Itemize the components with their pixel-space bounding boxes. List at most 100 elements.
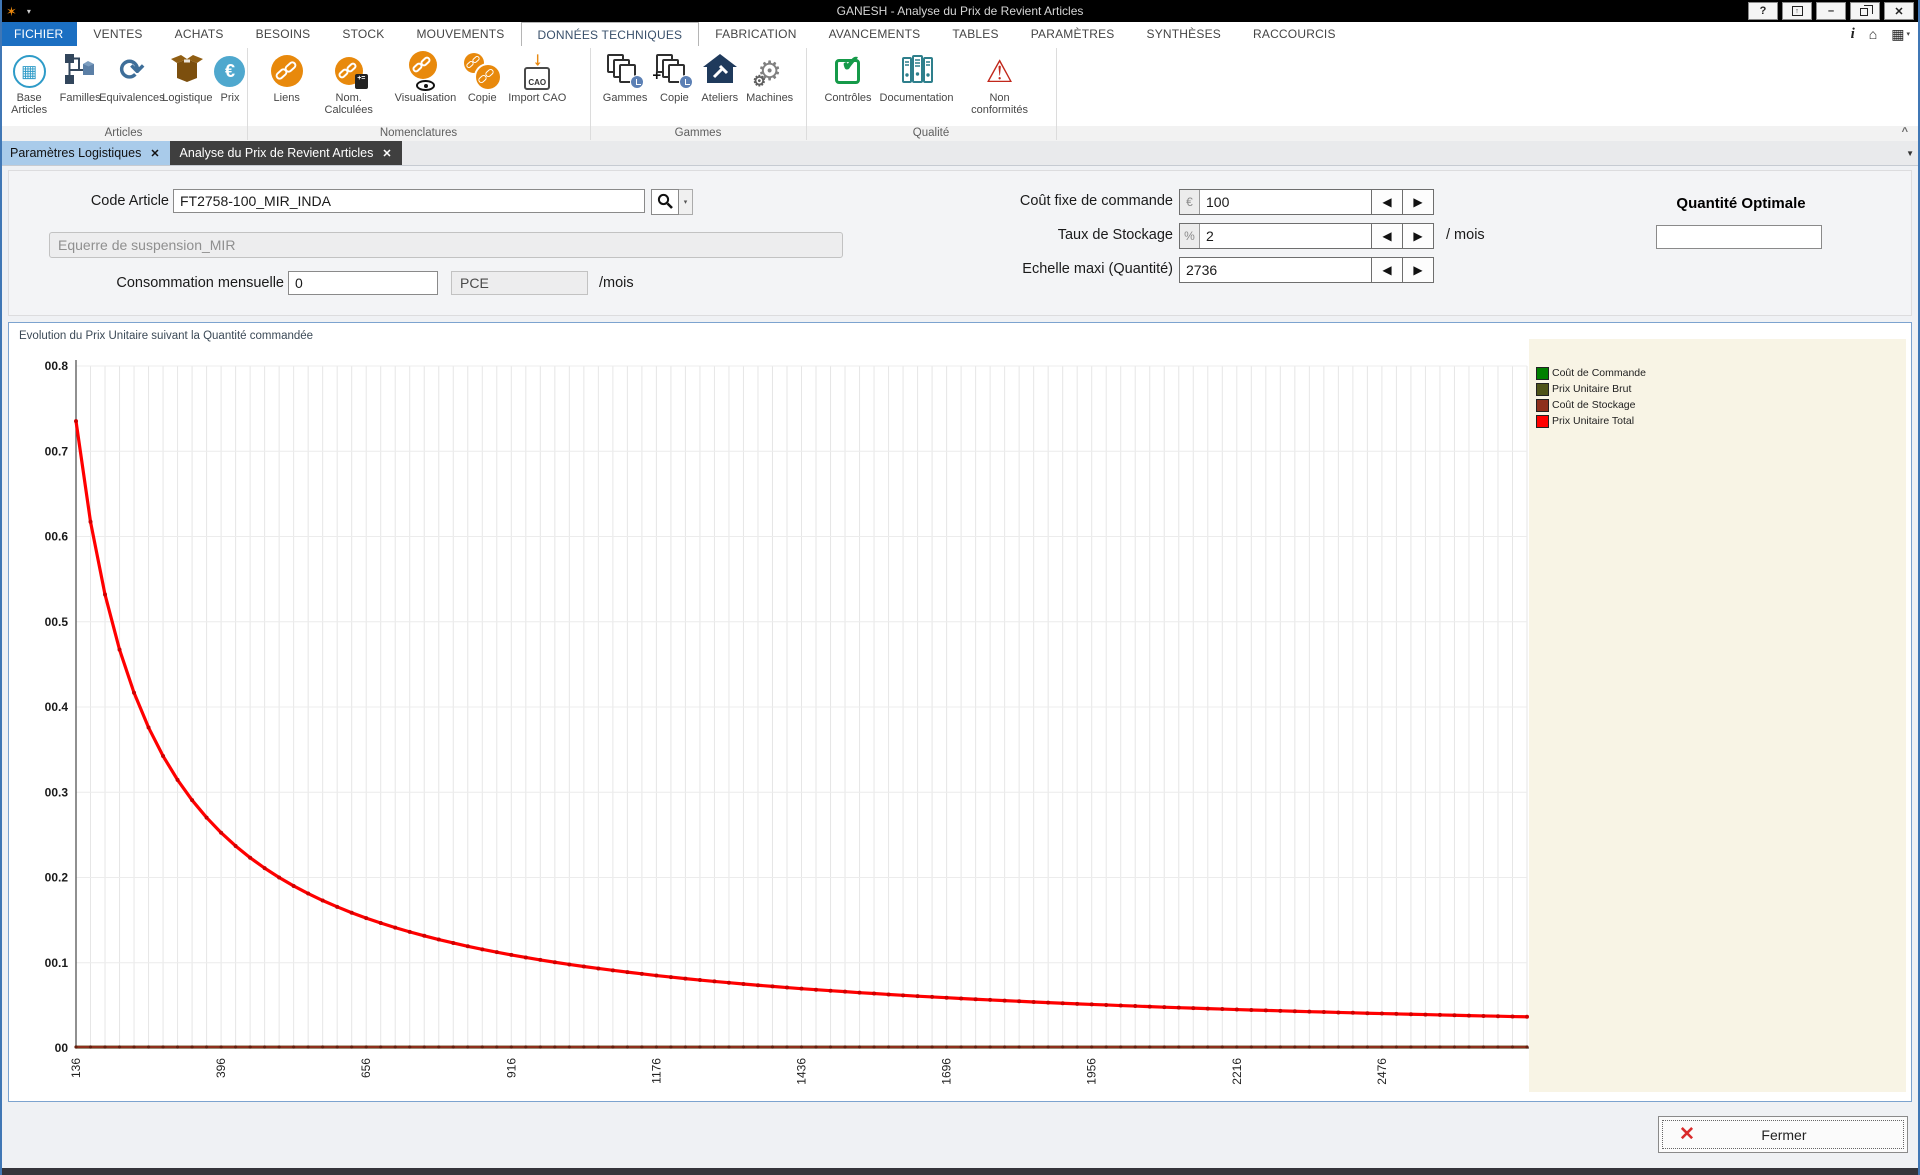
svg-text:00.1: 00.1 [45,956,69,970]
taux-decrement-button[interactable]: ◀ [1371,224,1402,248]
svg-text:00.8: 00.8 [45,359,69,373]
copie-nomenclatures-icon [464,53,500,89]
pin-icon: ↑ [1792,6,1803,16]
cout-fixe-label: Coût fixe de commande [951,193,1173,209]
ribbon-button-gammes[interactable]: Gammes [600,50,651,105]
echelle-increment-button[interactable]: ▶ [1402,258,1433,282]
menu-tab-tables[interactable]: TABLES [936,22,1014,46]
ribbon-button-copie-nomenclatures[interactable]: Copie [461,50,503,105]
menu-tab-donnees-techniques[interactable]: DONNÉES TECHNIQUES [521,22,700,46]
cout-fixe-increment-button[interactable]: ▶ [1402,190,1433,214]
echelle-maxi-input[interactable] [1180,258,1371,282]
taux-stockage-input[interactable] [1200,224,1371,248]
doc-tab-analyse-prix-revient[interactable]: Analyse du Prix de Revient Articles ✕ [170,141,402,165]
unit-field: PCE [451,271,588,295]
ribbon-button-label: Visualisation [395,92,457,104]
cout-fixe-decrement-button[interactable]: ◀ [1371,190,1402,214]
ribbon-button-base-articles[interactable]: ▦ Base Articles [0,50,58,117]
ribbon-button-label: Documentation [880,92,954,104]
close-tab-icon[interactable]: ✕ [382,147,391,160]
window-border-left [0,0,2,1175]
machines-gear-icon: ⚙⚙ [752,53,788,89]
menu-tab-achats[interactable]: ACHATS [159,22,240,46]
menu-tab-fichier[interactable]: FICHIER [0,22,77,46]
ribbon-group-separator [806,48,807,140]
chart-title: Evolution du Prix Unitaire suivant la Qu… [19,330,313,342]
controles-checkbox-icon: ✔ [835,59,860,84]
ribbon-group-label: Gammes [590,127,806,139]
svg-text:00.4: 00.4 [45,700,69,714]
menu-tab-raccourcis[interactable]: RACCOURCIS [1237,22,1352,46]
menu-tab-ventes[interactable]: VENTES [77,22,158,46]
help-button[interactable]: ? [1748,2,1778,20]
taux-increment-button[interactable]: ▶ [1402,224,1433,248]
calculator-icon: += [355,74,368,89]
menu-tab-stock[interactable]: STOCK [326,22,400,46]
menu-tab-syntheses[interactable]: SYNTHÈSES [1131,22,1238,46]
echelle-decrement-button[interactable]: ◀ [1371,258,1402,282]
equivalences-icon: ⟳ [119,56,144,86]
ribbon-button-controles[interactable]: ✔ Contrôles [821,50,874,105]
home-icon[interactable]: ⌂ [1869,27,1877,41]
collapse-ribbon-icon[interactable]: ^ [1902,126,1908,138]
ribbon-button-visualisation[interactable]: Visualisation [392,50,460,105]
doc-tab-label: Analyse du Prix de Revient Articles [180,146,374,160]
restore-button[interactable] [1850,2,1880,20]
quantite-optimale-input[interactable] [1656,225,1822,249]
ribbon-button-label: Machines [746,92,793,104]
grid-menu-button[interactable]: ▦ ▾ [1891,27,1910,41]
menu-tab-parametres[interactable]: PARAMÈTRES [1015,22,1131,46]
legend-label: Prix Unitaire Total [1552,415,1634,427]
application-window: ✶ ▾ GANESH - Analyse du Prix de Revient … [0,0,1920,1175]
nomenclatures-calculees-icon: += [335,57,363,85]
ribbon-button-documentation[interactable]: Documentation [877,50,957,105]
ribbon-button-ateliers[interactable]: Ateliers [698,50,741,105]
svg-text:00: 00 [55,1041,69,1055]
menu-tab-besoins[interactable]: BESOINS [240,22,327,46]
ribbon-group-labels: Articles Nomenclatures Gammes Qualité ^ [0,126,1920,141]
app-logo-icon: ✶ [6,5,17,18]
minimize-button[interactable]: – [1816,2,1846,20]
consommation-input[interactable] [288,271,438,295]
ribbon-button-familles[interactable]: Familles [60,50,100,105]
documentation-binders-icon [899,51,935,92]
svg-text:00.7: 00.7 [45,444,69,458]
menu-tab-avancements[interactable]: AVANCEMENTS [813,22,937,46]
close-tab-icon[interactable]: ✕ [150,147,159,160]
ribbon-button-import-cao[interactable]: ↓CAO Import CAO [505,50,569,105]
code-article-input[interactable] [173,189,645,213]
cout-fixe-input[interactable] [1200,190,1371,214]
menu-tab-mouvements[interactable]: MOUVEMENTS [400,22,520,46]
ribbon-button-liens[interactable]: Liens [268,50,306,105]
close-button[interactable]: ✕ [1884,2,1914,20]
menu-tab-fabrication[interactable]: FABRICATION [699,22,812,46]
per-month-text: /mois [599,275,634,291]
info-icon[interactable]: i [1851,27,1855,42]
ribbon-group-label: Articles [0,127,247,139]
taux-stockage-spinner: % ◀ ▶ [1179,223,1434,249]
ribbon-button-logistique[interactable]: Logistique [164,50,211,105]
doc-tab-parametres-logistiques[interactable]: Paramètres Logistiques ✕ [0,141,170,165]
quick-access-caret-icon[interactable]: ▾ [27,7,31,16]
ribbon-button-nom-calculees[interactable]: += Nom. Calculées [308,50,390,117]
visualisation-eye-icon [407,51,443,91]
svg-text:00.3: 00.3 [45,785,69,799]
ribbon-button-label: Equivalences [99,92,164,104]
ribbon-button-copie-gammes[interactable]: + Copie [652,50,696,105]
ribbon-group-label: Nomenclatures [247,127,590,139]
ribbon-button-machines[interactable]: ⚙⚙ Machines [743,50,796,105]
ribbon-button-equivalences[interactable]: ⟳ Equivalences [102,50,162,105]
pin-ribbon-button[interactable]: ↑ [1782,2,1812,20]
ribbon-button-label: Base Articles [3,92,55,116]
ribbon-button-label: Non conformités [962,92,1038,116]
search-options-caret[interactable]: ▾ [679,189,693,215]
search-article-button[interactable] [651,189,679,215]
fermer-button[interactable]: ✕ Fermer [1658,1116,1908,1153]
echelle-maxi-spinner: ◀ ▶ [1179,257,1434,283]
ribbon-button-label: Ateliers [701,92,738,104]
ribbon-button-prix[interactable]: € Prix [213,50,247,105]
ribbon-button-label: Contrôles [824,92,871,104]
doc-tabs-overflow-icon[interactable]: ▼ [1906,149,1914,158]
ribbon-button-non-conformites[interactable]: ⚠ Non conformités [959,50,1041,117]
svg-text:00.2: 00.2 [45,871,69,885]
